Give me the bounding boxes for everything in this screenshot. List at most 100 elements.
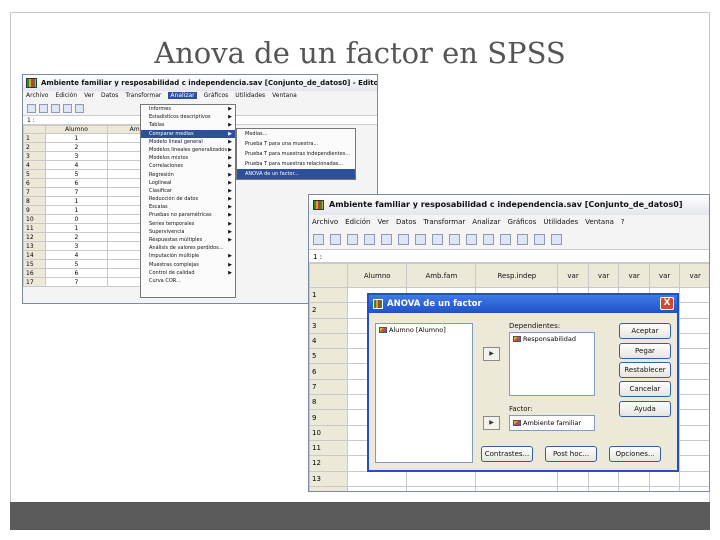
analyze-menu-item[interactable]: Control de calidad ▶ xyxy=(141,269,235,277)
analyze-menu-item[interactable]: Series temporales ▶ xyxy=(141,220,235,228)
data-cell[interactable] xyxy=(679,409,709,426)
row-number[interactable]: 5 xyxy=(309,348,348,365)
row-number[interactable]: 11 xyxy=(309,439,348,457)
analyze-menu-item[interactable]: Pruebas no paramétricas ▶ xyxy=(141,211,235,219)
analyze-menu-item[interactable]: Modelos lineales generalizados ▶ xyxy=(141,146,235,154)
data-cell[interactable] xyxy=(679,363,709,380)
variables-icon[interactable] xyxy=(432,233,443,245)
column-header[interactable]: Alumno xyxy=(346,263,408,288)
row-number[interactable]: 14 xyxy=(23,250,46,260)
cancel-button[interactable]: Cancelar xyxy=(619,381,671,397)
data-cell[interactable]: 1 xyxy=(346,485,408,491)
menu-item[interactable]: Gráficos xyxy=(508,218,537,226)
row-number[interactable]: 15 xyxy=(23,259,46,269)
row-number[interactable]: 8 xyxy=(23,196,46,206)
close-icon[interactable]: X xyxy=(660,297,674,310)
analyze-menu-item[interactable]: Análisis de valores perdidos... xyxy=(141,244,235,252)
menu-item[interactable]: Edición xyxy=(55,92,77,99)
row-number[interactable]: 12 xyxy=(309,455,348,472)
data-cell[interactable] xyxy=(557,485,589,491)
analyze-menu-item[interactable]: Tablas ▶ xyxy=(141,121,235,129)
data-cell[interactable]: 6 xyxy=(45,268,108,278)
analyze-menu-item[interactable]: Loglineal ▶ xyxy=(141,179,235,187)
data-cell[interactable]: 4 xyxy=(45,250,108,260)
analyze-menu-item[interactable]: Comparar medias ▶ xyxy=(141,129,235,138)
row-number[interactable]: 3 xyxy=(309,317,348,334)
open-icon[interactable] xyxy=(27,103,36,113)
row-number[interactable]: 8 xyxy=(309,394,348,411)
data-cell[interactable]: 3 xyxy=(45,241,108,251)
select-cases-icon[interactable] xyxy=(534,233,545,245)
move-to-dependents-button[interactable]: ▶ xyxy=(483,347,500,361)
help-button[interactable]: Ayuda xyxy=(619,401,671,417)
row-number[interactable] xyxy=(309,485,348,491)
menu-item[interactable]: Archivo xyxy=(312,218,338,226)
menu-item[interactable]: Analizar xyxy=(168,92,197,99)
menu-item[interactable]: Gráficos xyxy=(204,92,229,99)
column-header[interactable]: var xyxy=(648,263,681,288)
column-header[interactable]: var xyxy=(557,263,589,288)
data-cell[interactable] xyxy=(679,485,709,491)
menu-item[interactable]: Ver xyxy=(378,218,389,226)
data-cell[interactable]: 3 xyxy=(45,151,108,161)
menu-item[interactable]: ? xyxy=(621,218,625,226)
data-cell[interactable] xyxy=(679,394,709,411)
data-cell[interactable] xyxy=(587,485,620,491)
row-number[interactable]: 9 xyxy=(309,409,348,426)
data-cell[interactable] xyxy=(679,317,709,334)
row-number[interactable]: 13 xyxy=(23,241,46,251)
find-icon[interactable] xyxy=(449,233,460,245)
analyze-menu-item[interactable]: Informes ▶ xyxy=(141,105,235,113)
data-cell[interactable]: 1 xyxy=(45,223,108,233)
row-number[interactable]: 10 xyxy=(309,424,348,441)
compare-means-item[interactable]: Prueba T para muestras relacionadas... xyxy=(237,159,355,169)
dialog-recall-icon[interactable] xyxy=(364,233,375,245)
insert-case-icon[interactable] xyxy=(466,233,477,245)
undo-icon[interactable] xyxy=(381,233,392,245)
menu-item[interactable]: Transformar xyxy=(125,92,161,99)
save-icon[interactable] xyxy=(330,233,341,245)
data-cell[interactable] xyxy=(475,470,559,487)
data-cell[interactable]: 2 xyxy=(45,142,108,152)
column-header[interactable]: var xyxy=(618,263,650,288)
compare-means-item[interactable]: Medias... xyxy=(237,129,355,139)
contrasts-button[interactable]: Contrastes... xyxy=(481,446,533,462)
list-item[interactable]: Alumno [Alumno] xyxy=(376,324,472,336)
list-item[interactable]: Responsabilidad xyxy=(510,333,594,345)
row-number[interactable]: 1 xyxy=(23,133,46,143)
factor-field[interactable]: Ambiente familiar xyxy=(509,415,595,431)
source-variable-list[interactable]: Alumno [Alumno] xyxy=(375,323,473,463)
data-cell[interactable] xyxy=(557,470,589,487)
column-header[interactable]: var xyxy=(587,263,620,288)
analyze-menu-item[interactable]: Modelo lineal general ▶ xyxy=(141,138,235,146)
compare-means-item[interactable]: Prueba T para muestras independientes... xyxy=(237,149,355,159)
analyze-menu-item[interactable]: Imputación múltiple ▶ xyxy=(141,252,235,260)
data-cell[interactable]: 6 xyxy=(45,178,108,188)
data-cell[interactable] xyxy=(679,302,709,319)
analyze-menu-item[interactable]: Curva COR... xyxy=(141,277,235,285)
data-cell[interactable] xyxy=(679,332,709,350)
undo-icon[interactable] xyxy=(63,103,72,113)
data-cell[interactable]: 5 xyxy=(45,169,108,179)
data-cell[interactable]: 7 xyxy=(45,187,108,197)
data-cell[interactable]: 2 xyxy=(45,232,108,242)
value-labels-icon[interactable] xyxy=(551,233,562,245)
data-cell[interactable]: 5 xyxy=(45,259,108,269)
data-cell[interactable] xyxy=(406,470,477,487)
row-number[interactable]: 16 xyxy=(23,268,46,278)
menu-item[interactable]: Archivo xyxy=(26,92,48,99)
analyze-menu-item[interactable]: Estadísticos descriptivos ▶ xyxy=(141,113,235,121)
analyze-menu-item[interactable]: Modelos mixtos ▶ xyxy=(141,154,235,162)
save-icon[interactable] xyxy=(39,103,48,113)
data-cell[interactable] xyxy=(679,286,709,304)
row-number[interactable]: 3 xyxy=(23,151,46,161)
dependents-list[interactable]: Responsabilidad xyxy=(509,332,595,396)
row-number[interactable]: 5 xyxy=(23,169,46,179)
menu-item[interactable]: Ventana xyxy=(272,92,297,99)
menu-item[interactable]: Utilidades xyxy=(235,92,265,99)
data-cell[interactable] xyxy=(679,424,709,441)
data-cell[interactable]: 1 xyxy=(45,196,108,206)
row-number[interactable]: 12 xyxy=(23,232,46,242)
menu-item[interactable]: Transformar xyxy=(423,218,465,226)
column-header[interactable]: Alumno xyxy=(45,125,108,134)
